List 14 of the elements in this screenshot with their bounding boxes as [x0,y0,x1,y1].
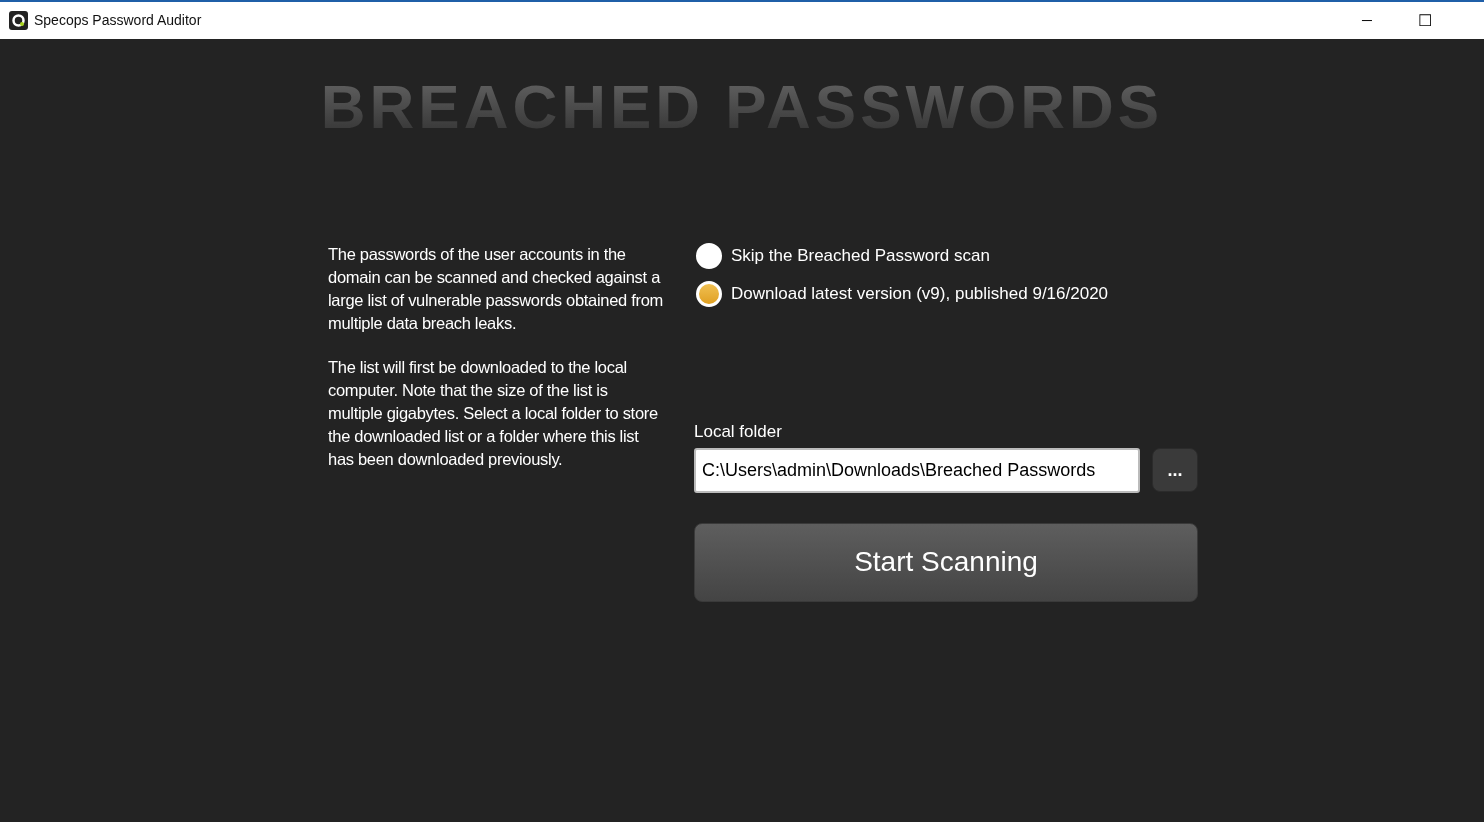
maximize-button[interactable]: ☐ [1396,2,1454,39]
radio-label: Skip the Breached Password scan [731,245,990,268]
minimize-button[interactable]: ─ [1338,2,1396,39]
radio-label: Download latest version (v9), published 9/16/2020 [731,283,1109,306]
app-logo-icon [9,11,28,30]
description-paragraph: The passwords of the user accounts in the domain can be scanned and checked against a large list of vulnerable passwords obtained from multiple data breach leaks. [328,244,664,334]
description-paragraph: The list will first be downloaded to the local computer. Note that the size of the list is multiple gigabytes. Select a local folder to store the downloaded list or a folder where this list has been downloaded previously. [328,357,659,470]
browse-button[interactable]: ... [1152,448,1198,492]
window-title: Specops Password Auditor [34,11,202,30]
radio-button[interactable] [696,281,722,307]
start-scanning-button[interactable]: Start Scanning [694,522,1198,602]
radio-button[interactable] [696,243,722,269]
field-label: Local folder [694,421,783,443]
folder-path-field[interactable]: C:\Users\admin\Downloads\Breached Passwords [694,447,1140,493]
